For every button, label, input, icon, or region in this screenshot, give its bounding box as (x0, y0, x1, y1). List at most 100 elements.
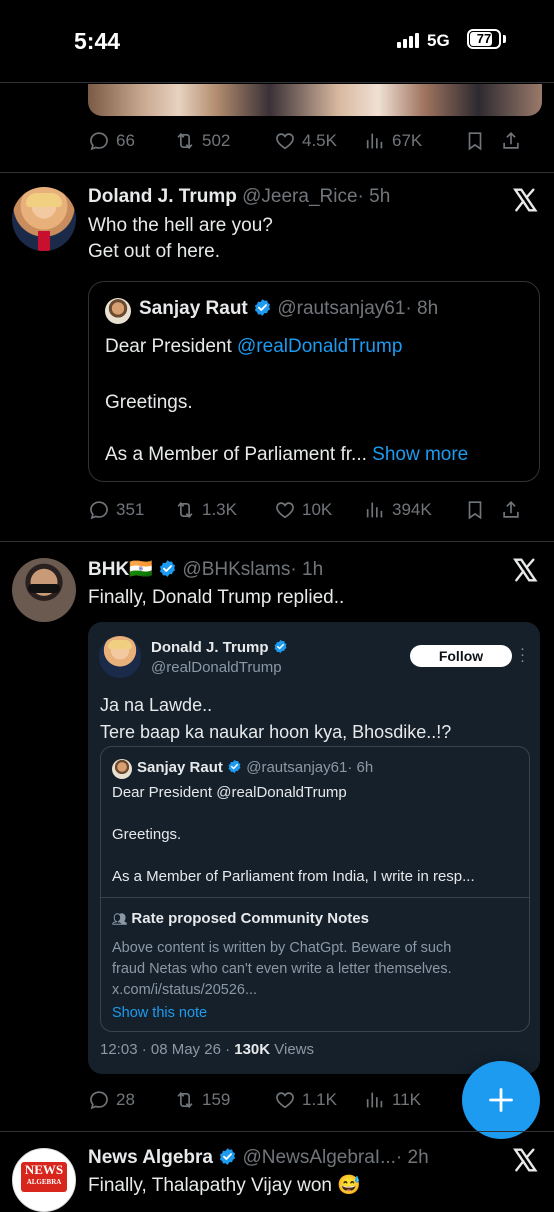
tweet-media-image[interactable] (88, 84, 542, 116)
repost-icon (174, 499, 196, 521)
plus-icon (489, 1088, 513, 1112)
reply-icon (88, 499, 110, 521)
x-logo-icon (512, 187, 538, 213)
divider (0, 82, 554, 83)
share-button[interactable] (500, 499, 522, 521)
community-notes-title: 👥︎ Rate proposed Community Notes (112, 910, 369, 927)
show-note-link: Show this note (112, 1005, 208, 1021)
divider (0, 172, 554, 173)
news-algebra-logo: NEWS ALGEBRA (21, 1162, 67, 1192)
screenshot-quote-line2: Greetings. (112, 826, 182, 843)
compose-button[interactable] (462, 1061, 540, 1139)
heart-icon (274, 1089, 296, 1111)
timestamp: · 2h (395, 1147, 429, 1168)
tweet-text: Finally, Donald Trump replied.. (88, 587, 345, 608)
battery-level: 77 (476, 31, 492, 46)
tweet-header: News Algebra @NewsAlgebraI...· 2h (88, 1147, 429, 1169)
display-name[interactable]: BHK (88, 559, 129, 580)
sweat-smile-emoji: 😅 (337, 1175, 361, 1196)
tweet-screenshot-image[interactable]: Donald J. Trump @realDonaldTrump Follow … (88, 622, 540, 1074)
bookmark-icon (464, 130, 486, 152)
screenshot-meta: 12:03 · 08 May 26 · 130K Views (100, 1041, 315, 1058)
verified-icon (158, 559, 177, 578)
avatar[interactable]: NEWS ALGEBRA (12, 1148, 76, 1212)
views-icon (364, 499, 386, 521)
flag-emoji: 🇮🇳 (129, 559, 153, 580)
repost-button[interactable]: 159 (174, 1089, 274, 1111)
reply-icon (88, 130, 110, 152)
verified-icon (253, 298, 272, 317)
repost-button[interactable]: 1.3K (174, 499, 274, 521)
tweet-actions: 351 1.3K 10K 394K (88, 497, 538, 523)
reply-button[interactable]: 66 (88, 130, 174, 152)
verified-icon (227, 759, 242, 774)
screenshot-quote-line1: Dear President @realDonaldTrump (112, 784, 347, 801)
network-label: 5G (427, 31, 450, 50)
quote-avatar (105, 298, 131, 324)
quoted-tweet[interactable]: Sanjay Raut @rautsanjay61· 8h Dear Presi… (88, 281, 540, 482)
handle[interactable]: @NewsAlgebraI... (243, 1147, 396, 1168)
repost-icon (174, 130, 196, 152)
tweet-header: BHK🇮🇳 @BHKslams· 1h (88, 557, 323, 581)
share-icon (500, 130, 522, 152)
views-button[interactable]: 67K (364, 130, 464, 152)
quote-header: Sanjay Raut @rautsanjay61· 8h (139, 298, 439, 319)
follow-button: Follow (410, 645, 512, 667)
screenshot-quote-line3: As a Member of Parliament from India, I … (112, 868, 475, 885)
divider (0, 541, 554, 542)
verified-gray-icon (273, 639, 288, 654)
community-note-text: Above content is written by ChatGpt. Bew… (112, 940, 452, 998)
repost-button[interactable]: 502 (174, 130, 274, 152)
status-time: 5:44 (74, 28, 121, 54)
screenshot-avatar (99, 636, 141, 678)
like-button[interactable]: 10K (274, 499, 364, 521)
views-button[interactable]: 11K (364, 1089, 464, 1111)
timestamp: · 5h (357, 186, 391, 207)
x-logo-icon (512, 557, 538, 583)
battery-icon: 77 (467, 29, 501, 49)
display-name[interactable]: News Algebra (88, 1147, 213, 1168)
signal-icon (397, 33, 419, 48)
show-more-link[interactable]: Show more (372, 444, 468, 465)
divider (0, 1131, 554, 1132)
reply-button[interactable]: 28 (88, 1089, 174, 1111)
views-button[interactable]: 394K (364, 499, 464, 521)
heart-icon (274, 130, 296, 152)
screenshot-quote-header: Sanjay Raut @rautsanjay61· 6h (137, 759, 374, 776)
x-logo-icon (512, 1147, 538, 1173)
share-icon (500, 499, 522, 521)
quote-text-line3: As a Member of Parliament fr... Show mor… (105, 444, 469, 465)
like-button[interactable]: 1.1K (274, 1089, 364, 1111)
share-button[interactable] (500, 130, 522, 152)
verified-icon (218, 1147, 237, 1166)
people-icon: 👥︎ (112, 912, 128, 926)
screenshot-handle: @realDonaldTrump (151, 659, 282, 676)
quote-text-line1: Dear President @realDonaldTrump (105, 336, 403, 357)
avatar[interactable] (12, 187, 76, 251)
more-icon: · · · (520, 640, 525, 669)
display-name[interactable]: Doland J. Trump (88, 186, 237, 207)
handle[interactable]: @BHKslams (182, 559, 290, 580)
views-icon (364, 130, 386, 152)
bookmark-icon (464, 499, 486, 521)
like-button[interactable]: 4.5K (274, 130, 364, 152)
community-notes: 👥︎ Rate proposed Community Notes Above c… (101, 897, 529, 1031)
reply-button[interactable]: 351 (88, 499, 174, 521)
reply-icon (88, 1089, 110, 1111)
avatar[interactable] (12, 558, 76, 622)
tweet-header: Doland J. Trump @Jeera_Rice· 5h (88, 186, 390, 208)
timestamp: · 1h (290, 559, 324, 580)
battery-tip (503, 35, 506, 43)
bookmark-button[interactable] (464, 130, 500, 152)
screenshot-name: Donald J. Trump (151, 639, 288, 656)
handle[interactable]: @Jeera_Rice (242, 186, 357, 207)
screenshot-text: Ja na Lawde.. Tere baap ka naukar hoon k… (100, 695, 452, 742)
screenshot-quote-avatar (112, 759, 132, 779)
quote-text-line2: Greetings. (105, 392, 193, 413)
heart-icon (274, 499, 296, 521)
views-icon (364, 1089, 386, 1111)
mention-link[interactable]: @realDonaldTrump (237, 336, 402, 357)
screenshot-quote: Sanjay Raut @rautsanjay61· 6h Dear Presi… (100, 746, 530, 1032)
tweet-text: Finally, Thalapathy Vijay won 😅 (88, 1175, 361, 1196)
bookmark-button[interactable] (464, 499, 500, 521)
